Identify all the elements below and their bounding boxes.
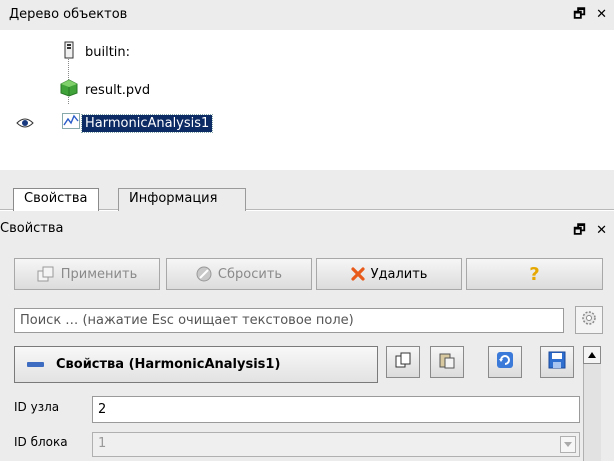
window-controls[interactable]: 🗗 ✕ bbox=[573, 5, 610, 27]
help-button[interactable]: ? bbox=[466, 258, 603, 290]
tab-label: Свойства bbox=[24, 191, 88, 206]
node-id-label: ID узла bbox=[14, 400, 60, 414]
tab-information[interactable]: Информация bbox=[118, 188, 246, 211]
tab-strip: Свойства Информация bbox=[0, 170, 614, 212]
tree-item-visibility-eye[interactable] bbox=[16, 114, 34, 136]
apply-button[interactable]: Применить bbox=[14, 258, 160, 290]
save-button[interactable] bbox=[540, 346, 574, 378]
tree-item-label: builtin: bbox=[85, 44, 131, 60]
reset-label: Сбросить bbox=[217, 266, 283, 282]
vertical-scrollbar[interactable] bbox=[583, 364, 601, 461]
pipeline-tree[interactable]: builtin: result.pvd HarmonicAnalysis1 bbox=[0, 30, 614, 170]
paste-button[interactable] bbox=[430, 346, 464, 378]
window-controls[interactable]: 🗗 ✕ bbox=[573, 221, 610, 243]
chevron-down-icon bbox=[560, 436, 576, 453]
tree-item-result-pvd[interactable]: result.pvd bbox=[60, 79, 153, 101]
delete-x-icon bbox=[350, 267, 365, 281]
block-id-label: ID блока bbox=[14, 435, 68, 449]
copy-icon bbox=[394, 351, 412, 373]
reload-icon bbox=[496, 351, 514, 373]
block-id-value: 1 bbox=[98, 436, 107, 451]
eye-icon bbox=[16, 117, 34, 133]
up-arrow-icon bbox=[587, 348, 597, 363]
gear-icon bbox=[580, 309, 598, 331]
save-floppy-icon bbox=[548, 351, 566, 373]
pipeline-browser-titlebar: Дерево объектов 🗗 ✕ bbox=[0, 0, 614, 30]
tab-properties[interactable]: Свойства bbox=[13, 188, 99, 212]
tab-label: Информация bbox=[129, 191, 218, 206]
search-input[interactable] bbox=[14, 308, 564, 333]
properties-panel: Применить Сбросить Удалить ? Поиск … (на… bbox=[0, 246, 614, 461]
reload-button[interactable] bbox=[488, 346, 522, 378]
pipeline-browser-title: Дерево объектов bbox=[9, 7, 128, 22]
section-title: Свойства (HarmonicAnalysis1) bbox=[56, 357, 281, 372]
tree-item-label: HarmonicAnalysis1 bbox=[80, 113, 214, 133]
properties-section-header[interactable]: Свойства (HarmonicAnalysis1) bbox=[14, 346, 378, 383]
delete-label: Удалить bbox=[370, 266, 428, 282]
delete-button[interactable]: Удалить bbox=[316, 258, 462, 290]
scrollbar-up-arrow[interactable] bbox=[583, 346, 601, 364]
green-cube-icon bbox=[60, 79, 78, 101]
help-icon: ? bbox=[529, 263, 540, 285]
tree-item-label: result.pvd bbox=[85, 82, 151, 98]
tree-item-builtin[interactable]: builtin: bbox=[62, 41, 133, 63]
block-id-combobox[interactable]: 1 bbox=[92, 432, 580, 457]
advanced-settings-button[interactable] bbox=[575, 306, 603, 334]
reset-icon bbox=[196, 266, 212, 282]
paste-icon bbox=[438, 351, 456, 373]
copy-button[interactable] bbox=[386, 346, 420, 378]
properties-titlebar: Свойства 🗗 ✕ bbox=[0, 211, 614, 246]
apply-icon bbox=[37, 266, 55, 282]
apply-label: Применить bbox=[60, 266, 138, 282]
line-chart-icon bbox=[62, 113, 80, 133]
node-id-field[interactable] bbox=[92, 396, 580, 423]
tree-item-harmonicanalysis1[interactable]: HarmonicAnalysis1 bbox=[62, 112, 214, 134]
collapse-dash-icon bbox=[27, 362, 44, 367]
reset-button[interactable]: Сбросить bbox=[166, 258, 312, 290]
server-icon bbox=[62, 41, 76, 63]
properties-title: Свойства bbox=[0, 221, 64, 236]
